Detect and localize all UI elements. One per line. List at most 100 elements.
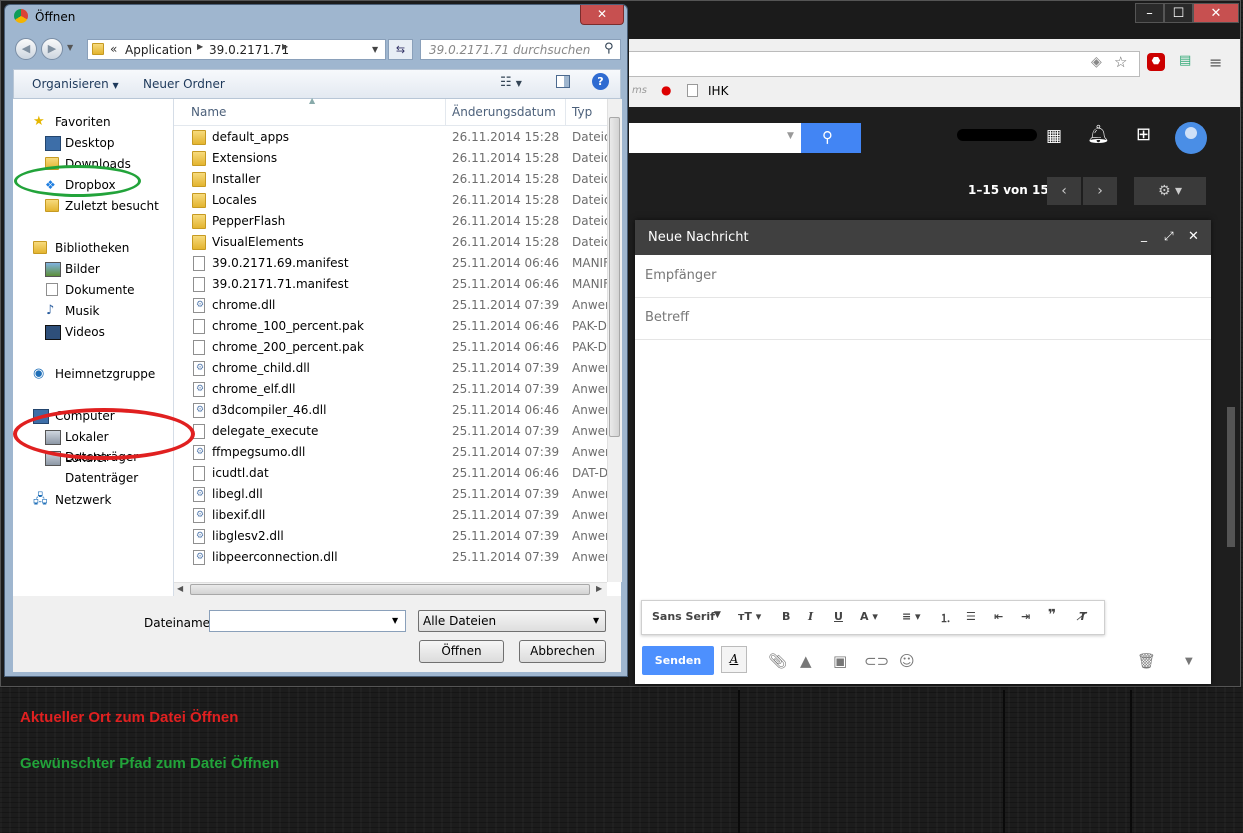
trash-icon[interactable]: 🗑︎ bbox=[1137, 652, 1156, 670]
file-row[interactable]: d3dcompiler_46.dll 25.11.2014 06:46 Anwer bbox=[174, 400, 607, 421]
breadcrumb-overflow[interactable]: « bbox=[110, 42, 117, 56]
file-row[interactable]: 39.0.2171.69.manifest 25.11.2014 06:46 MAN… bbox=[174, 253, 607, 274]
nav-desktop[interactable]: Desktop bbox=[13, 133, 173, 153]
nav-network[interactable]: 🖧︎ Netzwerk bbox=[13, 490, 173, 510]
breadcrumb-chevron-icon[interactable]: ▶ bbox=[197, 42, 203, 51]
recent-dropdown-icon[interactable]: ▼ bbox=[67, 43, 73, 52]
adblock-icon[interactable]: ⬣ bbox=[1147, 53, 1165, 71]
address-dropdown-icon[interactable]: ▼ bbox=[372, 45, 378, 54]
maximize-button[interactable]: ☐ bbox=[1164, 3, 1193, 23]
share-plus-icon[interactable]: ⊞ bbox=[1136, 124, 1151, 145]
formatting-toggle-icon[interactable]: A bbox=[721, 646, 747, 673]
message-body[interactable] bbox=[635, 340, 1211, 595]
help-icon[interactable]: ? bbox=[592, 73, 609, 90]
file-row[interactable]: chrome_200_percent.pak 25.11.2014 06:46 PA… bbox=[174, 337, 607, 358]
expand-icon[interactable]: ⤢ bbox=[1164, 229, 1174, 244]
address-breadcrumb[interactable]: « Application ▶ 39.0.2171.71 ▶ ▼ bbox=[87, 39, 386, 60]
file-row[interactable]: ffmpegsumo.dll 25.11.2014 07:39 Anwer bbox=[174, 442, 607, 463]
numbered-list-icon[interactable]: ⒈ bbox=[940, 610, 951, 626]
underline-icon[interactable]: U bbox=[834, 610, 843, 623]
new-folder-button[interactable]: Neuer Ordner bbox=[143, 77, 225, 91]
extension-icon[interactable]: ▤ bbox=[1179, 53, 1191, 68]
nav-documents[interactable]: Dokumente bbox=[13, 280, 173, 300]
scroll-right-icon[interactable]: ▶ bbox=[596, 584, 602, 593]
address-bar[interactable]: ◈ ☆ bbox=[629, 51, 1140, 77]
minimize-button[interactable]: – bbox=[1135, 3, 1164, 23]
nav-favorites[interactable]: ★ Favoriten bbox=[13, 112, 173, 132]
menu-icon[interactable]: ≡ bbox=[1209, 53, 1222, 72]
file-row[interactable]: chrome_elf.dll 25.11.2014 07:39 Anwer bbox=[174, 379, 607, 400]
star-icon[interactable]: ☆ bbox=[1114, 53, 1127, 71]
file-row[interactable]: Extensions 26.11.2014 15:28 Dateio bbox=[174, 148, 607, 169]
file-row[interactable]: chrome_child.dll 25.11.2014 07:39 Anwer bbox=[174, 358, 607, 379]
newer-button[interactable]: ‹ bbox=[1047, 177, 1081, 205]
preview-pane-icon[interactable] bbox=[556, 75, 570, 88]
text-color-icon[interactable]: A ▾ bbox=[860, 610, 878, 623]
more-options-icon[interactable]: ▼ bbox=[1185, 656, 1193, 667]
bookmark-item[interactable]: ms bbox=[632, 85, 647, 96]
filename-input[interactable]: ▼ bbox=[209, 610, 406, 632]
file-row[interactable]: VisualElements 26.11.2014 15:28 Dateio bbox=[174, 232, 607, 253]
file-row[interactable]: libexif.dll 25.11.2014 07:39 Anwer bbox=[174, 505, 607, 526]
search-input[interactable]: 39.0.2171.71 durchsuchen ⚲ bbox=[420, 39, 621, 60]
font-select[interactable]: Sans Serif bbox=[652, 610, 715, 623]
close-button[interactable]: ✕ bbox=[1193, 3, 1239, 23]
extension-icon[interactable]: ◈ bbox=[1091, 54, 1102, 70]
nav-videos[interactable]: Videos bbox=[13, 322, 173, 342]
send-button[interactable]: Senden bbox=[642, 646, 714, 675]
organize-button[interactable]: Organisieren ▼ bbox=[32, 77, 119, 91]
forward-button[interactable]: ▶ bbox=[41, 38, 63, 60]
link-icon[interactable]: ⊂⊃ bbox=[864, 652, 889, 670]
emoji-icon[interactable]: ☺ bbox=[899, 652, 915, 670]
dialog-close-button[interactable]: ✕ bbox=[580, 5, 624, 25]
subject-field[interactable]: Betreff bbox=[635, 298, 1211, 340]
close-icon[interactable]: ✕ bbox=[1188, 229, 1199, 244]
back-button[interactable]: ◀ bbox=[15, 38, 37, 60]
file-row[interactable]: icudtl.dat 25.11.2014 06:46 DAT-D bbox=[174, 463, 607, 484]
nav-homegroup[interactable]: ◉ Heimnetzgruppe bbox=[13, 364, 173, 384]
bookmark-ihk[interactable]: IHK bbox=[708, 84, 728, 98]
to-field[interactable]: Empfänger bbox=[635, 256, 1211, 298]
file-row[interactable]: 39.0.2171.71.manifest 25.11.2014 06:46 MAN… bbox=[174, 274, 607, 295]
file-row[interactable]: default_apps 26.11.2014 15:28 Dateio bbox=[174, 127, 607, 148]
page-scrollbar[interactable] bbox=[1227, 407, 1235, 547]
search-button[interactable]: ⚲ bbox=[801, 123, 861, 153]
refresh-button[interactable]: ⇆ bbox=[388, 39, 413, 60]
file-row[interactable]: libegl.dll 25.11.2014 07:39 Anwer bbox=[174, 484, 607, 505]
dropdown-arrow-icon[interactable]: ▼ bbox=[392, 616, 398, 625]
settings-button[interactable]: ⚙ ▾ bbox=[1134, 177, 1206, 205]
align-icon[interactable]: ≡ ▾ bbox=[902, 610, 921, 623]
drive-icon[interactable]: ▲ bbox=[800, 652, 812, 670]
nav-music[interactable]: ♪ Musik bbox=[13, 301, 173, 321]
indent-less-icon[interactable]: ⇤ bbox=[994, 610, 1003, 623]
italic-icon[interactable]: I bbox=[808, 610, 813, 623]
apps-grid-icon[interactable]: ▦ bbox=[1046, 126, 1062, 146]
compose-header[interactable]: Neue Nachricht _ ⤢ ✕ bbox=[635, 220, 1211, 255]
open-button[interactable]: Öffnen bbox=[419, 640, 504, 663]
vertical-scrollbar[interactable] bbox=[607, 99, 622, 582]
file-row[interactable]: libglesv2.dll 25.11.2014 07:39 Anwer bbox=[174, 526, 607, 547]
file-row[interactable]: chrome.dll 25.11.2014 07:39 Anwer bbox=[174, 295, 607, 316]
search-icon[interactable]: ⚲ bbox=[604, 41, 614, 56]
indent-more-icon[interactable]: ⇥ bbox=[1021, 610, 1030, 623]
nav-libraries[interactable]: Bibliotheken bbox=[13, 238, 173, 258]
breadcrumb-version[interactable]: 39.0.2171.71 bbox=[209, 43, 289, 57]
breadcrumb-chevron-icon[interactable]: ▶ bbox=[282, 42, 288, 51]
file-row[interactable]: PepperFlash 26.11.2014 15:28 Dateio bbox=[174, 211, 607, 232]
notifications-bell-icon[interactable]: 🔔︎ bbox=[1087, 124, 1110, 145]
file-row[interactable]: Locales 26.11.2014 15:28 Dateio bbox=[174, 190, 607, 211]
file-type-select[interactable]: Alle Dateien ▼ bbox=[418, 610, 606, 632]
attach-icon[interactable]: 📎︎ bbox=[768, 652, 787, 670]
nav-recent[interactable]: Zuletzt besucht bbox=[13, 196, 173, 216]
minimize-icon[interactable]: _ bbox=[1141, 228, 1147, 242]
bulleted-list-icon[interactable]: ☰ bbox=[966, 610, 976, 623]
horizontal-scrollbar[interactable]: ◀ ▶ bbox=[174, 582, 607, 597]
avatar[interactable] bbox=[1175, 122, 1207, 154]
breadcrumb-application[interactable]: Application bbox=[125, 43, 192, 57]
scroll-thumb[interactable] bbox=[609, 117, 620, 437]
cancel-button[interactable]: Abbrechen bbox=[519, 640, 606, 663]
scroll-left-icon[interactable]: ◀ bbox=[177, 584, 183, 593]
older-button[interactable]: › bbox=[1083, 177, 1117, 205]
file-row[interactable]: chrome_100_percent.pak 25.11.2014 06:46 PA… bbox=[174, 316, 607, 337]
scroll-thumb[interactable] bbox=[190, 584, 590, 595]
